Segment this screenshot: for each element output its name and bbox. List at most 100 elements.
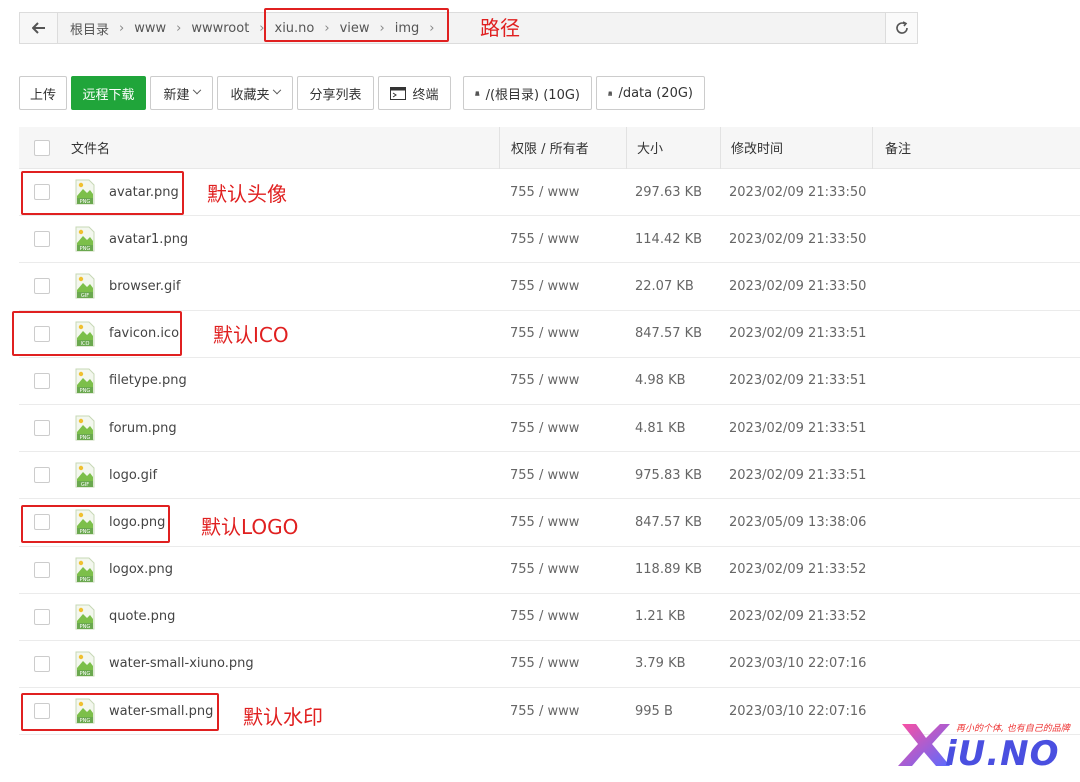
header-size[interactable]: 大小: [637, 138, 663, 157]
table-row[interactable]: PNG avatar1.png 755 / www 114.42 KB 2023/02/…: [19, 216, 1080, 264]
upload-button[interactable]: 上传: [19, 76, 67, 110]
image-file-icon: PNG: [75, 179, 95, 205]
file-permission[interactable]: 755 / www: [510, 562, 579, 577]
image-file-icon: PNG: [75, 509, 95, 535]
file-permission[interactable]: 755 / www: [510, 232, 579, 247]
header-mtime[interactable]: 修改时间: [731, 138, 783, 157]
new-label: 新建: [163, 87, 190, 103]
header-note: 备注: [885, 142, 912, 157]
crumb-img[interactable]: img: [391, 21, 424, 36]
row-checkbox[interactable]: [34, 278, 50, 295]
brand-tagline: 再小的个体, 也有自己的品牌: [956, 724, 1070, 734]
file-size: 3.79 KB: [635, 656, 686, 672]
file-name[interactable]: avatar.png: [109, 185, 179, 200]
header-perm[interactable]: 权限 / 所有者: [511, 138, 589, 157]
table-row[interactable]: PNG avatar.png 755 / www 297.63 KB 2023/02/0…: [19, 169, 1080, 217]
chevron-down-icon: [272, 85, 281, 95]
row-checkbox[interactable]: [34, 467, 50, 484]
file-permission[interactable]: 755 / www: [510, 279, 579, 294]
new-dropdown[interactable]: 新建: [150, 76, 213, 110]
row-checkbox[interactable]: [34, 655, 50, 672]
image-file-icon: PNG: [75, 698, 95, 724]
file-size: 975.83 KB: [635, 467, 703, 483]
share-list-button[interactable]: 分享列表: [297, 76, 374, 110]
refresh-icon: [895, 21, 908, 34]
favorites-dropdown[interactable]: 收藏夹: [217, 76, 293, 110]
svg-text:ICO: ICO: [81, 341, 90, 347]
row-checkbox[interactable]: [34, 703, 50, 720]
row-checkbox[interactable]: [34, 608, 50, 625]
crumb-wwwroot[interactable]: wwwroot: [187, 21, 253, 36]
row-checkbox[interactable]: [34, 372, 50, 389]
file-mtime: 2023/02/09 21:33:51: [729, 326, 867, 342]
image-file-icon: PNG: [75, 604, 95, 630]
crumb-www[interactable]: www: [130, 21, 170, 36]
file-name[interactable]: favicon.ico: [109, 326, 179, 341]
file-name[interactable]: logox.png: [109, 562, 173, 577]
image-file-icon: PNG: [75, 415, 95, 441]
table-row[interactable]: GIF logo.gif 755 / www 975.83 KB 2023/02/09 …: [19, 452, 1080, 500]
file-permission[interactable]: 755 / www: [510, 421, 579, 436]
row-checkbox[interactable]: [34, 231, 50, 248]
file-mtime: 2023/02/09 21:33:51: [729, 420, 867, 436]
svg-text:GIF: GIF: [81, 482, 89, 488]
row-checkbox[interactable]: [34, 420, 50, 437]
svg-text:PNG: PNG: [80, 529, 91, 535]
disk-icon: [475, 90, 480, 96]
file-mtime: 2023/02/09 21:33:50: [729, 231, 867, 247]
file-permission[interactable]: 755 / www: [510, 515, 579, 530]
file-name[interactable]: avatar1.png: [109, 232, 188, 247]
crumb-root[interactable]: 根目录: [66, 19, 113, 38]
table-row[interactable]: PNG quote.png 755 / www 1.21 KB 2023/02/09 2…: [19, 594, 1080, 641]
table-row[interactable]: PNG forum.png 755 / www 4.81 KB 2023/02/09 2…: [19, 405, 1080, 453]
svg-text:PNG: PNG: [80, 246, 91, 252]
refresh-button[interactable]: [885, 13, 917, 43]
file-mtime: 2023/05/09 13:38:06: [729, 514, 867, 530]
table-row[interactable]: PNG water-small-xiuno.png 755 / www 3.79 KB…: [19, 641, 1080, 689]
file-name[interactable]: quote.png: [109, 609, 175, 624]
select-all-checkbox[interactable]: [34, 139, 50, 156]
disk-data-button[interactable]: /data (20G): [596, 76, 705, 110]
toolbar: 上传 远程下载 新建 收藏夹 分享列表 终端 /(根目录) (10G) /dat…: [19, 76, 705, 110]
brand-logo-x: [898, 724, 950, 766]
file-permission[interactable]: 755 / www: [510, 468, 579, 483]
row-checkbox[interactable]: [34, 325, 50, 342]
terminal-label: 终端: [412, 87, 439, 103]
file-permission[interactable]: 755 / www: [510, 609, 579, 624]
crumb-view[interactable]: view: [336, 21, 374, 36]
file-name[interactable]: water-small-xiuno.png: [109, 656, 254, 671]
table-header: 文件名 权限 / 所有者 大小 修改时间 备注: [19, 126, 1080, 169]
terminal-button[interactable]: 终端: [378, 76, 451, 110]
table-row[interactable]: PNG filetype.png 755 / www 4.98 KB 2023/02/0…: [19, 358, 1080, 405]
remote-download-button[interactable]: 远程下载: [71, 76, 146, 110]
file-mtime: 2023/03/10 22:07:16: [729, 703, 867, 719]
file-name[interactable]: forum.png: [109, 421, 177, 436]
file-permission[interactable]: 755 / www: [510, 373, 579, 388]
table-row[interactable]: PNG logo.png 755 / www 847.57 KB 2023/05/09 …: [19, 499, 1080, 547]
table-row[interactable]: ICO favicon.ico 755 / www 847.57 KB 2023/02/…: [19, 311, 1080, 358]
file-name[interactable]: logo.png: [109, 515, 165, 530]
header-name[interactable]: 文件名: [71, 138, 110, 157]
table-row[interactable]: PNG logox.png 755 / www 118.89 KB 2023/02/09…: [19, 547, 1080, 594]
arrow-left-icon: [31, 22, 45, 34]
file-permission[interactable]: 755 / www: [510, 656, 579, 671]
crumb-site[interactable]: xiu.no: [271, 21, 319, 36]
file-permission[interactable]: 755 / www: [510, 704, 579, 719]
disk-root-button[interactable]: /(根目录) (10G): [463, 76, 592, 110]
table-row[interactable]: GIF browser.gif 755 / www 22.07 KB 2023/02/0…: [19, 263, 1080, 311]
file-name[interactable]: logo.gif: [109, 468, 157, 483]
row-checkbox[interactable]: [34, 514, 50, 531]
row-checkbox[interactable]: [34, 561, 50, 578]
file-mtime: 2023/02/09 21:33:52: [729, 609, 867, 625]
file-permission[interactable]: 755 / www: [510, 185, 579, 200]
file-permission[interactable]: 755 / www: [510, 326, 579, 341]
file-name[interactable]: water-small.png: [109, 704, 213, 719]
annotation-label: 默认水印: [243, 705, 323, 729]
row-checkbox[interactable]: [34, 184, 50, 201]
file-name[interactable]: browser.gif: [109, 279, 180, 294]
chevron-right-icon: ›: [379, 20, 385, 36]
file-name[interactable]: filetype.png: [109, 373, 187, 388]
back-button[interactable]: [20, 13, 58, 43]
image-file-icon: ICO: [75, 321, 95, 347]
file-mtime: 2023/02/09 21:33:51: [729, 467, 867, 483]
